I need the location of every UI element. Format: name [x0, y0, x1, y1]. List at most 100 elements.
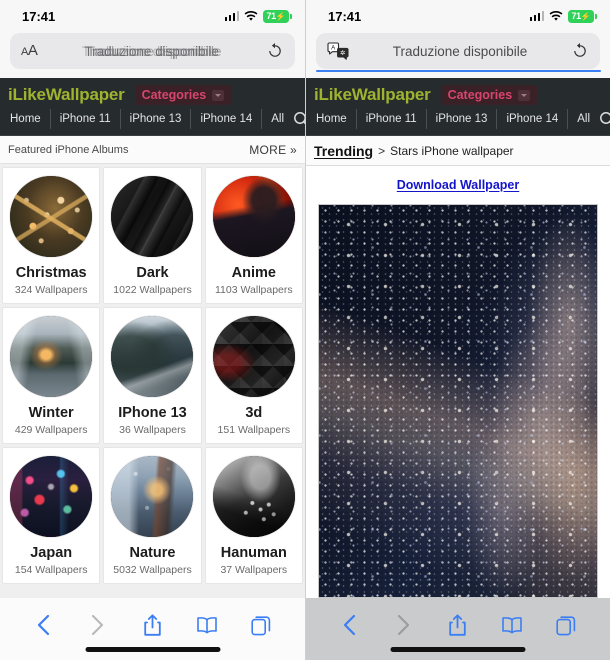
album-title: Dark	[136, 265, 169, 281]
status-bar: 17:41 71 ⚡	[306, 0, 610, 32]
album-thumbnail-art	[212, 316, 295, 397]
address-bar-text[interactable]: Traduzione disponibile	[37, 44, 266, 59]
album-grid: Christmas 324 Wallpapers Dark 1022 Wallpape…	[0, 164, 305, 598]
nav-item-iphone-14[interactable]: iPhone 14	[497, 109, 569, 129]
download-wallpaper-link[interactable]: Download Wallpaper	[397, 178, 519, 192]
bookmarks-icon[interactable]	[499, 612, 525, 638]
album-count: 1022 Wallpapers	[113, 284, 192, 296]
signal-icon	[529, 11, 544, 21]
featured-albums-bar: Featured iPhone Albums MORE »	[0, 136, 305, 164]
nav-item-iphone-13[interactable]: iPhone 13	[427, 109, 498, 129]
album-thumbnail	[211, 455, 296, 538]
site-logo[interactable]: iLikeWallpaper	[8, 85, 125, 105]
status-indicators: 71 ⚡	[224, 9, 292, 23]
featured-more-link[interactable]: MORE »	[249, 143, 297, 157]
nav-item-iphone-14[interactable]: iPhone 14	[191, 109, 263, 129]
categories-label: Categories	[141, 88, 207, 102]
album-thumbnail-art	[10, 176, 93, 257]
album-count: 324 Wallpapers	[14, 284, 88, 296]
album-thumbnail	[211, 175, 296, 258]
status-time: 17:41	[328, 8, 362, 24]
address-bar[interactable]: AA Traduzione disponibile	[10, 33, 295, 69]
album-card[interactable]: Japan 154 Wallpapers	[2, 447, 101, 584]
nav-item-home[interactable]: Home	[314, 109, 357, 129]
text-size-icon[interactable]: AA	[21, 42, 38, 60]
nav-item-all[interactable]: All	[262, 109, 293, 129]
search-icon[interactable]	[599, 111, 610, 128]
signal-icon	[224, 11, 239, 21]
tabs-icon[interactable]	[249, 612, 275, 638]
forward-icon	[85, 612, 111, 638]
share-icon[interactable]	[139, 612, 165, 638]
album-thumbnail	[110, 175, 195, 258]
charging-bolt-icon: ⚡	[275, 11, 286, 21]
back-icon[interactable]	[336, 612, 362, 638]
album-count: 151 Wallpapers	[217, 424, 291, 436]
nav-item-iphone-11[interactable]: iPhone 11	[51, 109, 121, 129]
battery-percent: 71	[266, 11, 276, 21]
safari-toolbar	[0, 598, 305, 660]
album-thumbnail-art	[10, 316, 93, 397]
forward-icon	[391, 612, 417, 638]
nav-item-iphone-11[interactable]: iPhone 11	[357, 109, 427, 129]
featured-albums-title: Featured iPhone Albums	[8, 143, 129, 156]
site-logo[interactable]: iLikeWallpaper	[314, 85, 431, 105]
nav-item-home[interactable]: Home	[8, 109, 51, 129]
svg-text:✲: ✲	[340, 49, 346, 57]
brand-row: iLikeWallpaper Categories	[0, 78, 305, 109]
site-nav: Home iPhone 11 iPhone 13 iPhone 14 All	[306, 109, 610, 136]
translate-icon[interactable]: A ✲	[327, 42, 349, 60]
album-card[interactable]: Nature 5032 Wallpapers	[103, 447, 202, 584]
bookmarks-icon[interactable]	[194, 612, 220, 638]
album-count: 429 Wallpapers	[14, 424, 88, 436]
address-bar[interactable]: A ✲ Traduzione disponibile	[316, 33, 600, 69]
album-title: Hanuman	[220, 545, 287, 561]
share-icon[interactable]	[445, 612, 471, 638]
breadcrumb-current: Stars iPhone wallpaper	[390, 143, 514, 158]
wallpaper-image[interactable]	[318, 204, 598, 598]
reload-icon[interactable]	[571, 42, 589, 60]
album-title: Winter	[28, 405, 74, 421]
reload-icon[interactable]	[266, 42, 284, 60]
album-title: Anime	[231, 265, 276, 281]
breadcrumb-trending-link[interactable]: Trending	[314, 143, 373, 159]
album-title: Christmas	[15, 265, 87, 281]
album-thumbnail-art	[111, 176, 194, 257]
breadcrumb-separator: >	[378, 143, 386, 158]
album-card[interactable]: Christmas 324 Wallpapers	[2, 167, 101, 304]
status-indicators: 71 ⚡	[529, 9, 597, 23]
tabs-icon[interactable]	[554, 612, 580, 638]
address-bar-container: AA Traduzione disponibile	[0, 32, 305, 78]
album-card[interactable]: Anime 1103 Wallpapers	[204, 167, 303, 304]
address-bar-container: A ✲ Traduzione disponibile	[306, 32, 610, 78]
album-thumbnail	[110, 315, 195, 398]
safari-toolbar	[306, 598, 610, 660]
album-title: Nature	[129, 545, 176, 561]
right-phone-screen: 17:41 71 ⚡ A ✲ Traduzione disponibile iL…	[305, 0, 610, 660]
battery-indicator: 71 ⚡	[263, 9, 292, 23]
page-load-progress	[316, 70, 601, 72]
categories-dropdown[interactable]: Categories	[134, 85, 232, 105]
site-header: iLikeWallpaper Categories Home iPhone 11…	[0, 78, 309, 136]
breadcrumb: Trending > Stars iPhone wallpaper	[306, 136, 610, 166]
chevron-down-icon	[518, 89, 531, 101]
album-card[interactable]: IPhone 13 36 Wallpapers	[103, 307, 202, 444]
wallpaper-container	[306, 204, 610, 598]
back-icon[interactable]	[30, 612, 56, 638]
album-thumbnail	[211, 315, 296, 398]
album-thumbnail	[9, 455, 94, 538]
album-card[interactable]: Hanuman 37 Wallpapers	[204, 447, 303, 584]
charging-bolt-icon: ⚡	[580, 11, 591, 21]
nav-item-all[interactable]: All	[568, 109, 599, 129]
address-bar-text[interactable]: Traduzione disponibile	[349, 44, 571, 59]
wifi-icon	[244, 10, 258, 22]
categories-dropdown[interactable]: Categories	[440, 85, 538, 105]
album-card[interactable]: Dark 1022 Wallpapers	[103, 167, 202, 304]
chevron-down-icon	[212, 89, 225, 101]
home-indicator	[85, 647, 220, 652]
album-card[interactable]: Winter 429 Wallpapers	[2, 307, 101, 444]
album-thumbnail-art	[212, 456, 295, 537]
album-count: 1103 Wallpapers	[215, 284, 293, 296]
album-card[interactable]: 3d 151 Wallpapers	[204, 307, 303, 444]
nav-item-iphone-13[interactable]: iPhone 13	[121, 109, 192, 129]
